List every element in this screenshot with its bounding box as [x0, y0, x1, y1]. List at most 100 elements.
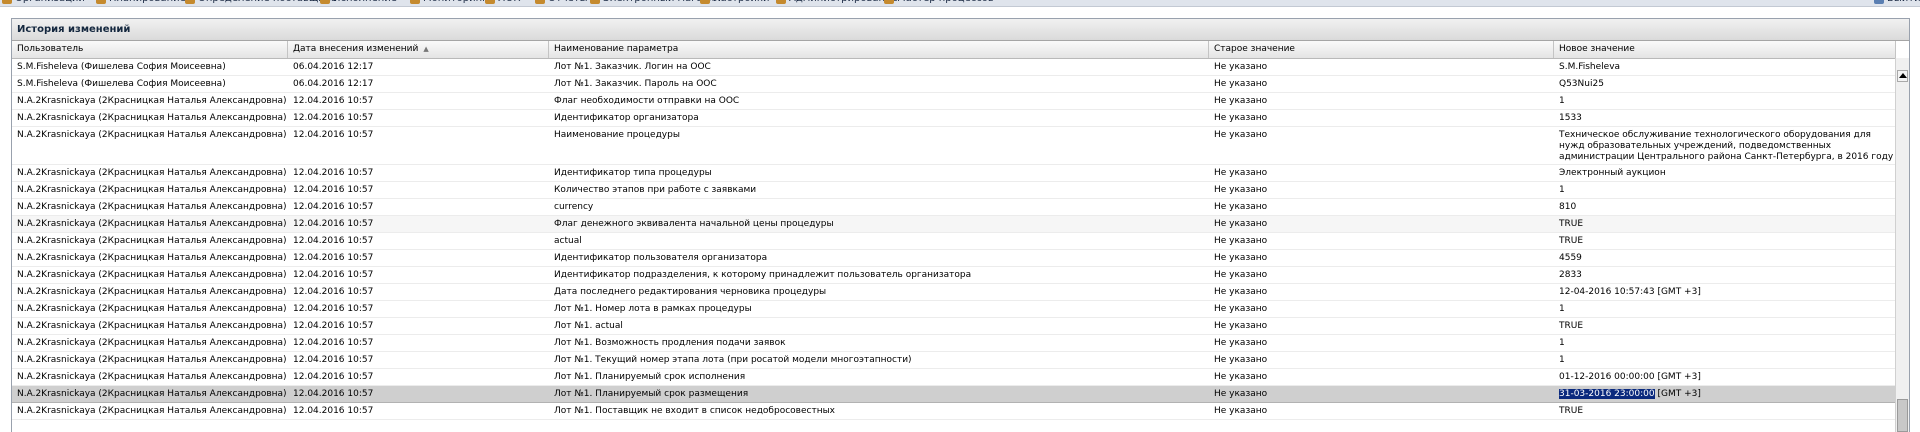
cell-user: N.A.2Krasnickaya (2Красницкая Наталья Ал…	[17, 372, 287, 382]
top-menu-item[interactable]: Отчеты	[535, 0, 587, 5]
cell-user: N.A.2Krasnickaya (2Красницкая Наталья Ал…	[17, 185, 287, 195]
cell-user: N.A.2Krasnickaya (2Красницкая Наталья Ал…	[17, 287, 287, 297]
table-row[interactable]: N.A.2Krasnickaya (2Красницкая Наталья Ал…	[12, 93, 1896, 110]
cell-param: Идентификатор организатора	[554, 113, 699, 123]
column-header-param[interactable]: Наименование параметра	[549, 41, 1209, 58]
cell-date: 12.04.2016 10:57	[293, 96, 374, 106]
cell-date: 12.04.2016 10:57	[293, 219, 374, 229]
selected-text[interactable]: 31-03-2016 23:00:00	[1559, 389, 1655, 399]
cell-user: N.A.2Krasnickaya (2Красницкая Наталья Ал…	[17, 304, 287, 314]
cell-date: 12.04.2016 10:57	[293, 202, 374, 212]
cell-date: 12.04.2016 10:57	[293, 406, 374, 416]
cell-user: N.A.2Krasnickaya (2Красницкая Наталья Ал…	[17, 321, 287, 331]
cell-new-value: 810	[1559, 202, 1577, 212]
cell-old-value: Не указано	[1214, 253, 1268, 263]
exit-button[interactable]: Выйти	[1874, 0, 1920, 5]
table-row[interactable]: S.M.Fisheleva (Фишелева София Моисеевна)…	[12, 59, 1896, 76]
cell-new-value: Техническое обслуживание технологическог…	[1559, 130, 1894, 162]
column-header-new-value[interactable]: Новое значение	[1554, 41, 1896, 58]
top-menu-item[interactable]: Планирование	[96, 0, 186, 5]
cell-new-value: 12-04-2016 10:57:43 [GMT +3]	[1559, 287, 1701, 297]
table-row[interactable]: N.A.2Krasnickaya (2Красницкая Наталья Ал…	[12, 403, 1896, 420]
table-row[interactable]: N.A.2Krasnickaya (2Красницкая Наталья Ал…	[12, 127, 1896, 165]
cell-old-value: Не указано	[1214, 406, 1268, 416]
table-row[interactable]: N.A.2Krasnickaya (2Красницкая Наталья Ал…	[12, 216, 1896, 233]
cell-new-value: 1	[1559, 338, 1565, 348]
cell-new-value: S.M.Fisheleva	[1559, 62, 1621, 72]
cell-user: S.M.Fisheleva (Фишелева София Моисеевна)	[17, 62, 226, 72]
table-row[interactable]: N.A.2Krasnickaya (2Красницкая Наталья Ал…	[12, 318, 1896, 335]
cell-param: Лот №1. Заказчик. Пароль на ООС	[554, 79, 717, 89]
top-menu-item[interactable]: Настройки	[700, 0, 769, 5]
top-menu-item[interactable]: Исполнение	[320, 0, 397, 5]
cell-param: Идентификатор типа процедуры	[554, 168, 712, 178]
cell-old-value: Не указано	[1214, 236, 1268, 246]
column-header-old-value[interactable]: Старое значение	[1209, 41, 1554, 58]
vertical-scrollbar[interactable]	[1895, 58, 1909, 432]
top-menu-item[interactable]: Организации	[2, 0, 85, 5]
menu-item-icon	[776, 0, 786, 4]
table-header: Пользователь Дата внесения изменений ▲ На…	[12, 41, 1896, 59]
cell-old-value: Не указано	[1214, 168, 1268, 178]
cell-new-value: 1	[1559, 304, 1565, 314]
cell-old-value: Не указано	[1214, 79, 1268, 89]
cell-param: Лот №1. Планируемый срок размещения	[554, 389, 749, 399]
cell-param: actual	[554, 236, 582, 246]
top-menu-item[interactable]: Мастер процессов	[884, 0, 994, 5]
cell-date: 12.04.2016 10:57	[293, 389, 374, 399]
cell-old-value: Не указано	[1214, 113, 1268, 123]
table-row[interactable]: N.A.2Krasnickaya (2Красницкая Наталья Ал…	[12, 110, 1896, 127]
cell-param: Лот №1. actual	[554, 321, 623, 331]
table-row[interactable]: N.A.2Krasnickaya (2Красницкая Наталья Ал…	[12, 301, 1896, 318]
top-menu-bar: Организации ПланированиеОпределение поста…	[0, 0, 1920, 7]
column-header-user[interactable]: Пользователь	[12, 41, 288, 58]
scrollbar-thumb[interactable]	[1897, 399, 1908, 432]
top-menu-item[interactable]: ЛОК	[485, 0, 521, 5]
cell-new-value: 1	[1559, 96, 1565, 106]
top-menu-item[interactable]: Определение поставщика	[185, 0, 337, 5]
top-menu-item[interactable]: Администрирование	[776, 0, 898, 5]
cell-user: N.A.2Krasnickaya (2Красницкая Наталья Ал…	[17, 389, 287, 399]
table-row[interactable]: N.A.2Krasnickaya (2Красницкая Наталья Ал…	[12, 386, 1896, 403]
table-row[interactable]: N.A.2Krasnickaya (2Красницкая Наталья Ал…	[12, 182, 1896, 199]
cell-old-value: Не указано	[1214, 202, 1268, 212]
table-row[interactable]: N.A.2Krasnickaya (2Красницкая Наталья Ал…	[12, 369, 1896, 386]
cell-old-value: Не указано	[1214, 62, 1268, 72]
cell-user: N.A.2Krasnickaya (2Красницкая Наталья Ал…	[17, 168, 287, 178]
cell-param: Лот №1. Планируемый срок исполнения	[554, 372, 746, 382]
table-row[interactable]: N.A.2Krasnickaya (2Красницкая Наталья Ал…	[12, 267, 1896, 284]
cell-new-value: 4559	[1559, 253, 1582, 263]
table-row[interactable]: N.A.2Krasnickaya (2Красницкая Наталья Ал…	[12, 352, 1896, 369]
table-row[interactable]: N.A.2Krasnickaya (2Красницкая Наталья Ал…	[12, 165, 1896, 182]
table-row[interactable]: S.M.Fisheleva (Фишелева София Моисеевна)…	[12, 76, 1896, 93]
table-row[interactable]: N.A.2Krasnickaya (2Красницкая Наталья Ал…	[12, 233, 1896, 250]
cell-param: Флаг денежного эквивалента начальной цен…	[554, 219, 834, 229]
scroll-up-arrow-icon[interactable]	[1897, 70, 1908, 82]
cell-old-value: Не указано	[1214, 389, 1268, 399]
cell-new-value: 2833	[1559, 270, 1582, 280]
menu-item-icon	[535, 0, 545, 4]
cell-date: 12.04.2016 10:57	[293, 287, 374, 297]
menu-item-icon	[185, 0, 195, 4]
table-row[interactable]: N.A.2Krasnickaya (2Красницкая Наталья Ал…	[12, 199, 1896, 216]
cell-date: 12.04.2016 10:57	[293, 321, 374, 331]
cell-param: Флаг необходимости отправки на ООС	[554, 96, 740, 106]
table-row[interactable]: N.A.2Krasnickaya (2Красницкая Наталья Ал…	[12, 284, 1896, 301]
cell-old-value: Не указано	[1214, 96, 1268, 106]
top-menu-item[interactable]: Мониторинг	[410, 0, 487, 5]
cell-new-value: 01-12-2016 00:00:00 [GMT +3]	[1559, 372, 1701, 382]
table-row[interactable]: N.A.2Krasnickaya (2Красницкая Наталья Ал…	[12, 335, 1896, 352]
cell-user: S.M.Fisheleva (Фишелева София Моисеевна)	[17, 79, 226, 89]
column-header-date[interactable]: Дата внесения изменений ▲	[288, 41, 549, 58]
menu-item-icon	[410, 0, 420, 4]
exit-icon	[1874, 0, 1884, 4]
cell-param: currency	[554, 202, 594, 212]
cell-user: N.A.2Krasnickaya (2Красницкая Наталья Ал…	[17, 406, 287, 416]
cell-new-value: 1533	[1559, 113, 1582, 123]
panel-title: История изменений	[12, 19, 1909, 41]
cell-user: N.A.2Krasnickaya (2Красницкая Наталья Ал…	[17, 253, 287, 263]
cell-user: N.A.2Krasnickaya (2Красницкая Наталья Ал…	[17, 219, 287, 229]
cell-date: 12.04.2016 10:57	[293, 253, 374, 263]
table-row[interactable]: N.A.2Krasnickaya (2Красницкая Наталья Ал…	[12, 250, 1896, 267]
cell-date: 12.04.2016 10:57	[293, 270, 374, 280]
